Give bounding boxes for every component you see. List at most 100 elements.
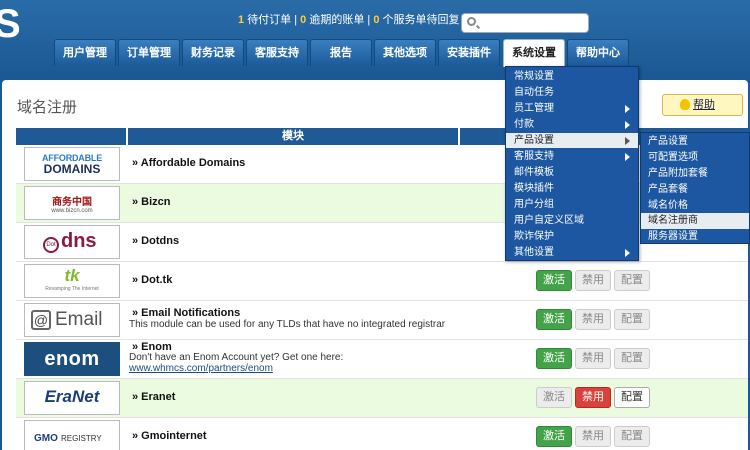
- eranet-logo: EraNet: [24, 381, 120, 415]
- menu-item-products-services[interactable]: 产品设置: [514, 134, 554, 148]
- deactivate-button[interactable]: 禁用: [575, 426, 611, 447]
- nav-orders[interactable]: 订单管理: [118, 39, 180, 66]
- logo-text: enom: [44, 348, 100, 370]
- pending-orders-label[interactable]: 待付订单: [247, 14, 291, 26]
- configure-button[interactable]: 配置: [614, 348, 650, 369]
- logo-text: tk: [64, 266, 80, 285]
- table-row: enom » Enom Don't have an Enom Account y…: [16, 340, 748, 379]
- logo-text: www.bizcn.com: [51, 208, 93, 214]
- nav-clients[interactable]: 用户管理: [54, 39, 116, 66]
- nav-setup[interactable]: 系统设置: [503, 39, 565, 67]
- gmo-registry-logo: GMO REGISTRY: [24, 420, 120, 450]
- menu-item-support[interactable]: 客服支持: [514, 150, 554, 164]
- table-row: GMO REGISTRY » Gmointernet 激活 禁用 配置: [16, 418, 748, 450]
- configure-button[interactable]: 配置: [614, 270, 650, 291]
- dottk-logo: tk Revamping The Internet: [24, 264, 120, 298]
- nav-addons[interactable]: 安装插件: [438, 39, 500, 66]
- nav-billing[interactable]: 财务记录: [182, 39, 244, 66]
- activate-button[interactable]: 激活: [536, 387, 572, 408]
- logo-text: dns: [61, 230, 97, 252]
- configure-button[interactable]: 配置: [614, 426, 650, 447]
- submenu-item-product-bundles[interactable]: 产品套餐: [641, 182, 749, 197]
- dotdns-logo: Dot dns: [24, 225, 120, 259]
- submenu-arrow-icon: [625, 153, 630, 161]
- logo-text: EraNet: [44, 387, 100, 406]
- menu-item-client-groups[interactable]: 用户分组: [514, 198, 554, 212]
- menu-item-fraud-protection[interactable]: 欺诈保护: [514, 230, 554, 244]
- module-name: » Dotdns: [132, 235, 180, 247]
- module-name: » Bizcn: [132, 196, 171, 208]
- table-row: EraNet » Eranet 激活 禁用 配置: [16, 379, 748, 418]
- nav-utilities[interactable]: 其他选项: [374, 39, 436, 66]
- submenu-item-domain-pricing[interactable]: 域名价格: [641, 198, 749, 213]
- submenu-arrow-icon: [625, 105, 630, 113]
- search-box[interactable]: [461, 13, 589, 33]
- nav-support[interactable]: 客服支持: [246, 39, 308, 66]
- activate-button[interactable]: 激活: [536, 309, 572, 330]
- status-summary: 1 待付订单 | 0 逾期的账单 | 0 个服务单待回复: [238, 11, 460, 27]
- module-description: This module can be used for any TLDs tha…: [129, 319, 446, 330]
- menu-item-addon-modules[interactable]: 模块插件: [514, 182, 554, 196]
- logo-text: DOMAINS: [43, 162, 101, 176]
- module-name: » Email Notifications: [132, 307, 241, 319]
- submenu-arrow-icon: [625, 121, 630, 129]
- email-logo: @ Email: [24, 303, 120, 337]
- overdue-invoices-label[interactable]: 逾期的账单: [309, 14, 364, 26]
- overdue-invoices-count[interactable]: 0: [300, 14, 306, 26]
- submenu-item-domain-registrars[interactable]: 域名注册商: [641, 213, 749, 229]
- deactivate-button[interactable]: 禁用: [575, 348, 611, 369]
- help-label: 帮助: [693, 99, 715, 111]
- menu-item-other-settings[interactable]: 其他设置: [514, 246, 554, 260]
- activate-button[interactable]: 激活: [536, 270, 572, 291]
- module-name: » Gmointernet: [132, 430, 207, 442]
- menu-item-email-templates[interactable]: 邮件模板: [514, 166, 554, 180]
- menu-item-automation[interactable]: 自动任务: [514, 86, 554, 100]
- logo-text: Revamping The Internet: [45, 286, 99, 292]
- submenu-item-product-settings[interactable]: 产品设置: [641, 134, 749, 149]
- help-button[interactable]: 帮助: [662, 94, 743, 116]
- column-header-module: 模块: [128, 128, 458, 145]
- product-settings-submenu: 产品设置 可配置选项 产品附加套餐 产品套餐 域名价格 域名注册商 服务器设置: [640, 132, 750, 244]
- menu-item-payments[interactable]: 付款: [514, 118, 534, 132]
- pending-tickets-count[interactable]: 0: [373, 14, 379, 26]
- deactivate-button[interactable]: 禁用: [575, 309, 611, 330]
- menu-item-custom-client-fields[interactable]: 用户自定义区域: [514, 214, 584, 228]
- search-input[interactable]: [480, 16, 585, 30]
- nav-reports[interactable]: 报告: [310, 39, 372, 66]
- system-settings-menu: 常规设置 自动任务 员工管理 付款 产品设置 客服支持 邮件模板 模块插件 用户…: [505, 66, 639, 261]
- submenu-item-product-addons[interactable]: 产品附加套餐: [641, 166, 749, 181]
- submenu-item-servers[interactable]: 服务器设置: [641, 229, 749, 244]
- affordable-domains-logo: AFFORDABLE DOMAINS: [24, 147, 120, 181]
- table-row: tk Revamping The Internet » Dot.tk 激活 禁用…: [16, 262, 748, 301]
- module-name: » Affordable Domains: [132, 157, 246, 169]
- submenu-item-configurable-options[interactable]: 可配置选项: [641, 150, 749, 165]
- enom-partner-link[interactable]: www.whmcs.com/partners/enom: [129, 363, 273, 374]
- logo-text: REGISTRY: [61, 434, 102, 443]
- search-icon: [467, 17, 476, 26]
- pending-orders-count[interactable]: 1: [238, 14, 244, 26]
- at-icon: @: [31, 310, 51, 330]
- bizcn-logo: 商务中国 www.bizcn.com: [24, 186, 120, 220]
- deactivate-button[interactable]: 禁用: [575, 270, 611, 291]
- menu-item-general-settings[interactable]: 常规设置: [514, 70, 554, 84]
- pending-tickets-label[interactable]: 个服务单待回复: [383, 14, 460, 26]
- activate-button[interactable]: 激活: [536, 426, 572, 447]
- column-header-logo: [16, 128, 126, 145]
- deactivate-button[interactable]: 禁用: [575, 387, 611, 408]
- submenu-arrow-icon: [625, 249, 630, 257]
- logo-text: Dot: [43, 237, 59, 253]
- logo-text: Email: [55, 309, 103, 330]
- submenu-arrow-icon: [625, 137, 630, 145]
- configure-button[interactable]: 配置: [614, 309, 650, 330]
- logo-text: GMO: [34, 433, 58, 444]
- module-name: » Dot.tk: [132, 274, 173, 286]
- enom-logo: enom: [24, 342, 120, 376]
- table-row: @ Email » Email Notifications This modul…: [16, 301, 748, 340]
- nav-help[interactable]: 帮助中心: [567, 39, 629, 66]
- module-description: Don't have an Enom Account yet? Get one …: [129, 352, 344, 363]
- lightbulb-icon: [680, 99, 690, 110]
- menu-item-staff-management[interactable]: 员工管理: [514, 102, 554, 116]
- configure-button[interactable]: 配置: [614, 387, 650, 408]
- module-name: » Eranet: [132, 391, 176, 403]
- activate-button[interactable]: 激活: [536, 348, 572, 369]
